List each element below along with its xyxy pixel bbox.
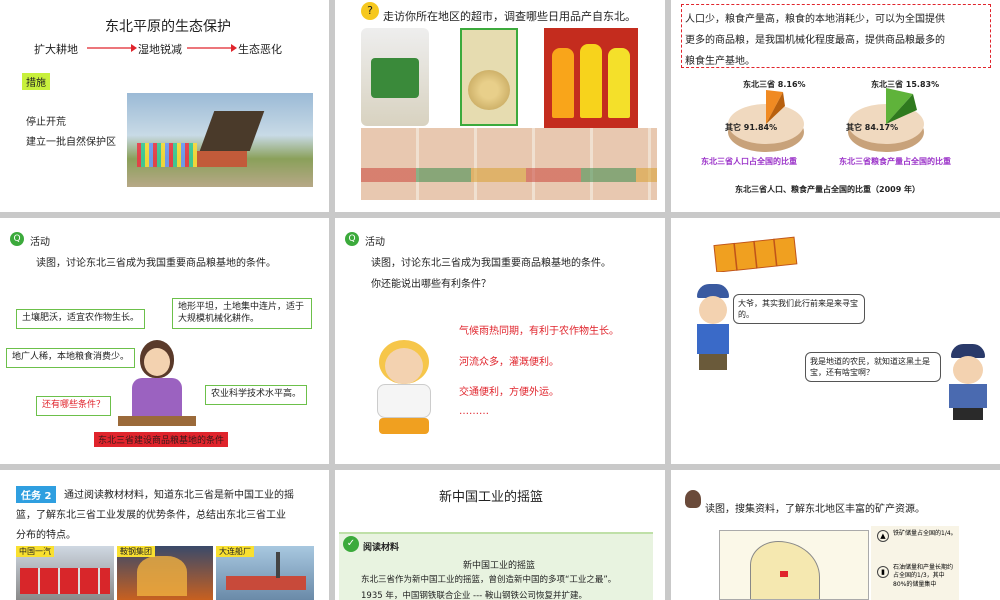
task-badge: 任务 2 (16, 486, 57, 503)
slide-thumbnail-3[interactable]: 人口少，粮食产量高，粮食的本地消耗少，可以为全国提供 更多的商品粮，是我国机械化… (671, 0, 1000, 212)
reader-avatar-icon (685, 490, 701, 508)
reading-title: 新中国工业的摇篮 (463, 561, 536, 571)
drink-bottles-photo (544, 28, 638, 128)
reading-label: 阅读材料 (363, 543, 400, 553)
reading-icon: ✓ (343, 536, 359, 552)
summary-line: 粮食生产基地。 (685, 56, 755, 67)
slide5-prompt-1: 读图，讨论东北三省成为我国重要商品粮基地的条件。 (371, 258, 611, 269)
pie1-caption: 东北三省人口占全国的比重 (701, 157, 797, 166)
flow-step-3: 生态恶化 (238, 43, 282, 56)
slide9-prompt: 读图，搜集资料，了解东北地区丰富的矿产资源。 (705, 504, 925, 515)
ansteel-photo: 鞍钢集团 (117, 546, 213, 600)
speech-bubble-1: 大爷，其实我们此行前来是来寻宝的。 (733, 294, 865, 325)
oil-icon: ▮ (877, 566, 889, 578)
measure-item: 停止开荒 (26, 117, 66, 128)
slide-thumbnail-9[interactable]: 读图，搜集资料，了解东北地区丰富的矿产资源。 ▲ 铁矿储量占全国的1/4。 ▮ … (671, 470, 1000, 600)
mineral-note: 石油储量和产量长期约占全国的1/3，其中80%的储量集中 (893, 564, 954, 588)
measures-badge: 措施 (22, 73, 50, 90)
measure-item: 建立一批自然保护区 (26, 137, 116, 148)
condition-box: 土壤肥沃，适宜农作物生长。 (16, 309, 146, 329)
activity-icon: Q (10, 232, 24, 246)
task-line: 分布的特点。 (16, 530, 76, 541)
slide-thumbnail-6[interactable]: ▇▇▇▇ 大爷，其实我们此行前来是来寻宝的。 我是地道的农民，就知道这黑土是宝，… (671, 218, 1000, 464)
thinking-boy-illustration (369, 340, 439, 436)
slide4-prompt: 读图，讨论东北三省成为我国重要商品粮基地的条件。 (36, 258, 276, 269)
thinking-woman-illustration (118, 336, 196, 428)
mineral-note: 铁矿储量占全国的1/4。 (893, 530, 957, 537)
photo-label: 鞍钢集团 (117, 546, 155, 557)
activity-icon: Q (345, 232, 359, 246)
mineral-map-image (719, 530, 869, 600)
condition-box-question: 还有哪些条件？ (36, 396, 112, 416)
reading-line: 1935 年，中国钢铁联合企业 --- 鞍山钢铁公司恢复并扩建。 (361, 591, 587, 600)
task-line: 篮，了解东北三省工业发展的优势条件，总结出东北三省工业 (16, 510, 286, 521)
explorer-character-illustration (691, 284, 735, 372)
slide-thumbnail-8[interactable]: 新中国工业的摇篮 ✓ 阅读材料 新中国工业的摇篮 东北三省作为新中国工业的摇篮，… (335, 470, 665, 600)
speech-bubble-2: 我是地道的农民，就知道这黑土是宝，还有啥宝啊？ (805, 352, 941, 383)
mineral-notes-panel: ▲ 铁矿储量占全国的1/4。 ▮ 石油储量和产量长期约占全国的1/3，其中80%… (871, 526, 959, 600)
iron-ore-icon: ▲ (877, 530, 889, 542)
svg-text:▇▇▇▇: ▇▇▇▇ (713, 234, 798, 272)
pie2-caption: 东北三省粮食产量占全国的比重 (839, 157, 951, 166)
task-line: 通过阅读教材材料，知道东北三省是新中国工业的摇 (64, 490, 294, 501)
chart-footer: 东北三省人口、粮食产量占全国的比重（2009 年） (735, 185, 921, 194)
answer-item: 气候雨热同期，有利于农作物生长。 (459, 326, 619, 337)
slide-thumbnail-7[interactable]: 任务 2 通过阅读教材材料，知道东北三省是新中国工业的摇 篮，了解东北三省工业发… (0, 470, 329, 600)
faw-trucks-photo: 中国一汽 (16, 546, 114, 600)
slide-thumbnail-5[interactable]: Q 活动 读图，讨论东北三省成为我国重要商品粮基地的条件。 你还能说出哪些有利条… (335, 218, 665, 464)
summary-line: 人口少，粮食产量高，粮食的本地消耗少，可以为全国提供 (685, 14, 945, 25)
slide1-title: 东北平原的生态保护 (105, 19, 231, 35)
answer-item: ……… (459, 406, 489, 417)
condition-box: 地形平坦，土地集中连片，适于大规模机械化耕作。 (172, 298, 312, 330)
slide4-caption: 东北三省建设商品粮基地的条件 (94, 432, 229, 447)
soybean-bag-photo (460, 28, 518, 126)
activity-label: 活动 (365, 237, 385, 248)
condition-box: 农业科学技术水平高。 (205, 385, 308, 405)
flour-bags-photo (361, 128, 657, 200)
photo-label: 中国一汽 (16, 546, 54, 557)
activity-label: 活动 (30, 237, 50, 248)
condition-box: 地广人稀，本地粮食消费少。 (6, 348, 136, 368)
slide-thumbnail-4[interactable]: Q 活动 读图，讨论东北三省成为我国重要商品粮基地的条件。 土壤肥沃，适宜农作物… (0, 218, 329, 464)
reading-line: 东北三省作为新中国工业的摇篮，曾创造新中国的多项“工业之最”。 (361, 575, 617, 585)
dalian-shipyard-photo: 大连船厂 (216, 546, 314, 600)
farmer-character-illustration (943, 344, 993, 422)
arrow-icon (187, 44, 237, 52)
pie2-label-other: 其它 84.17% (846, 123, 899, 132)
pie2-label-top: 东北三省 15.83% (871, 80, 940, 89)
pie1-label-top: 东北三省 8.16% (743, 80, 806, 89)
arrow-icon (87, 44, 137, 52)
slide-thumbnail-1[interactable]: 东北平原的生态保护 扩大耕地 湿地锐减 生态恶化 措施 停止开荒 建立一批自然保… (0, 0, 329, 212)
answer-item: 河流众多，灌溉便利。 (459, 357, 559, 368)
pie1-label-other: 其它 91.84% (725, 123, 778, 132)
slide5-prompt-2: 你还能说出哪些有利条件？ (371, 279, 491, 290)
wordart-title-image: ▇▇▇▇ (711, 228, 841, 272)
answer-item: 交通便利，方便外运。 (459, 387, 559, 398)
slide8-title: 新中国工业的摇篮 (439, 490, 544, 505)
photo-label: 大连船厂 (216, 546, 254, 557)
thinking-emoji-icon: ? (361, 2, 379, 20)
slide-thumbnail-2[interactable]: ? 走访你所在地区的超市，调查哪些日用品产自东北。 (335, 0, 665, 212)
slide2-prompt: 走访你所在地区的超市，调查哪些日用品产自东北。 (383, 10, 636, 23)
rice-bag-photo (361, 28, 429, 126)
reserve-monument-photo (127, 93, 313, 187)
summary-line: 更多的商品粮，是我国机械化程度最高，提供商品粮最多的 (685, 35, 945, 46)
flow-step-2: 湿地锐减 (138, 43, 182, 56)
flow-step-1: 扩大耕地 (34, 43, 78, 56)
